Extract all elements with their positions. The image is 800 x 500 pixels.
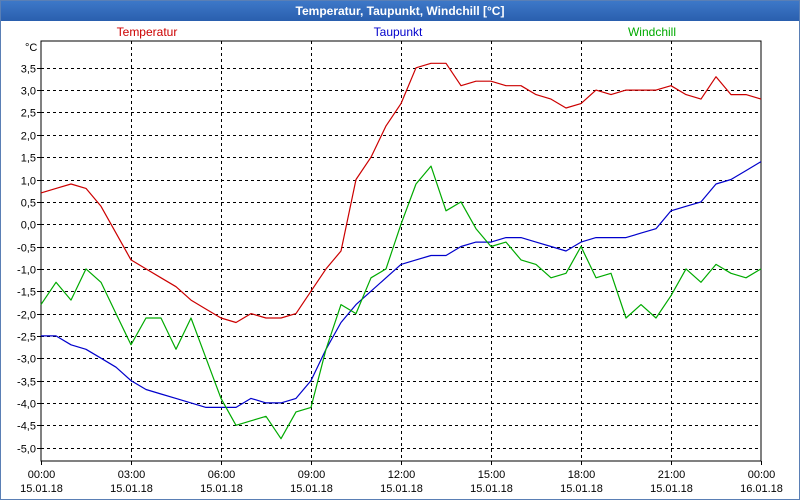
- y-tick-label: -1,5: [17, 287, 36, 299]
- x-tick-label-date: 15.01.18: [110, 483, 153, 495]
- legend-entry-windchill: Windchill: [628, 25, 676, 39]
- legend-entry-temperatur: Temperatur: [117, 25, 178, 39]
- x-tick-label-date: 15.01.18: [470, 483, 513, 495]
- y-tick-label: -5,0: [17, 444, 36, 456]
- y-tick-label: -0,5: [17, 243, 36, 255]
- x-tick-label-date: 15.01.18: [380, 483, 423, 495]
- y-tick-label: 3,0: [21, 86, 36, 98]
- x-tick-label-time: 00:00: [748, 469, 776, 481]
- x-tick-label-time: 18:00: [568, 469, 596, 481]
- x-tick-label-date: 15.01.18: [650, 483, 693, 495]
- x-tick-label-time: 12:00: [388, 469, 416, 481]
- y-axis-unit-label: °C: [25, 42, 37, 54]
- y-tick-label: -3,5: [17, 377, 36, 389]
- window-title: Temperatur, Taupunkt, Windchill [°C]: [1, 1, 799, 21]
- x-tick-label-time: 21:00: [658, 469, 686, 481]
- x-tick-label-date: 16.01.18: [740, 483, 783, 495]
- x-tick-label-time: 15:00: [478, 469, 506, 481]
- y-tick-label: 0,0: [21, 220, 36, 232]
- y-tick-label: 2,0: [21, 131, 36, 143]
- x-tick-label-date: 15.01.18: [290, 483, 333, 495]
- x-tick-label-time: 06:00: [208, 469, 236, 481]
- legend-entry-taupunkt: Taupunkt: [374, 25, 423, 39]
- y-tick-label: 1,5: [21, 153, 36, 165]
- legend: Temperatur Taupunkt Windchill: [117, 25, 676, 39]
- x-tick-label-date: 15.01.18: [560, 483, 603, 495]
- y-tick-label: -4,0: [17, 399, 36, 411]
- y-tick-label: -3,0: [17, 354, 36, 366]
- x-tick-label-time: 09:00: [298, 469, 326, 481]
- x-tick-label-time: 03:00: [118, 469, 146, 481]
- y-tick-label: -2,5: [17, 332, 36, 344]
- y-tick-label: 3,5: [21, 64, 36, 76]
- y-tick-label: 1,0: [21, 176, 36, 188]
- x-tick-label-date: 15.01.18: [20, 483, 63, 495]
- y-tick-label: -1,0: [17, 265, 36, 277]
- y-tick-label: -4,5: [17, 421, 36, 433]
- x-tick-label-date: 15.01.18: [200, 483, 243, 495]
- chart: 3,5 3,0 2,5 2,0 1,5 1,0 0,5 0,0 -0,5 -1,0 -1,5 -2,0…: [17, 25, 783, 495]
- y-tick-label: -2,0: [17, 310, 36, 322]
- y-tick-label: 2,5: [21, 108, 36, 120]
- x-tick-label-time: 00:00: [28, 469, 56, 481]
- y-tick-label: 0,5: [21, 198, 36, 210]
